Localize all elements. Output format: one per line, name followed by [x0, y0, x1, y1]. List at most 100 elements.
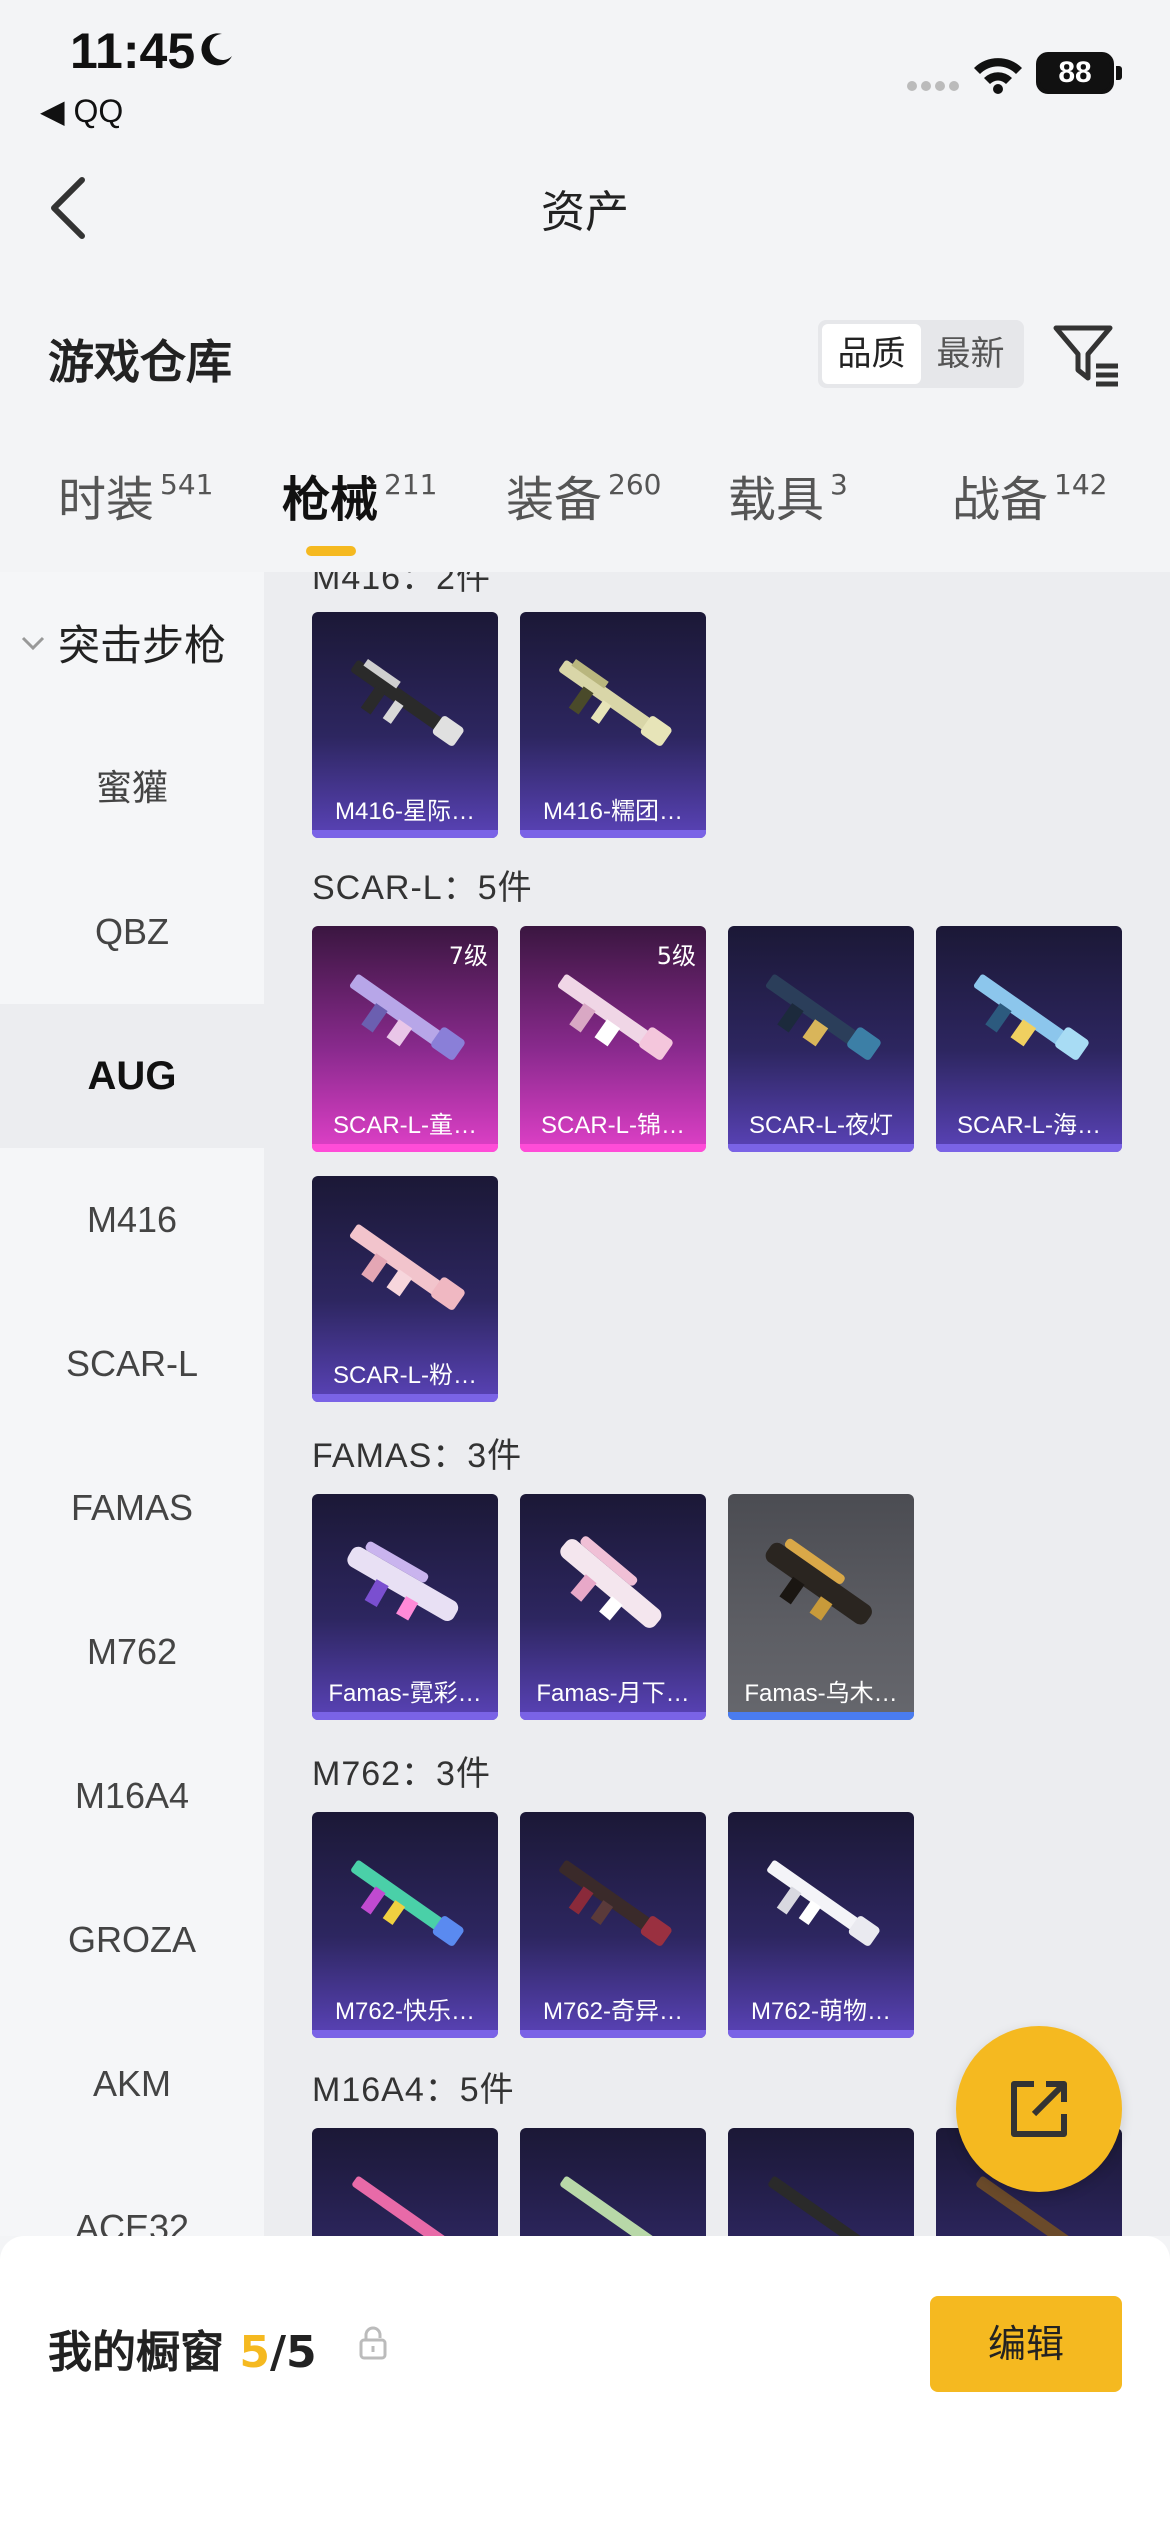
weapon-card-label: M762-奇异…	[542, 1998, 684, 2025]
tab-supplies[interactable]: 战备 142	[952, 460, 1107, 530]
warehouse-title: 游戏仓库	[48, 335, 232, 389]
weapon-card[interactable]: Famas-月下…	[520, 1494, 706, 1720]
weapon-card[interactable]	[520, 2128, 706, 2236]
back-to-app-link[interactable]: ◀ QQ	[40, 92, 123, 130]
rifle-icon	[559, 658, 672, 746]
wifi-icon	[974, 58, 1022, 94]
tab-guns[interactable]: 枪械 211	[282, 460, 437, 530]
weapon-grid: M416：2件 M416-星际… M416-糯团… SCAR-L：5件 7级 S…	[264, 572, 1170, 2236]
weapon-sidebar: 突击步枪 蜜獾 QBZ AUG M416 SCAR-L FAMAS M762 M…	[0, 572, 264, 2236]
rifle-icon	[349, 974, 465, 1060]
rifle-icon	[559, 1860, 672, 1946]
weapon-card[interactable]: 5级 SCAR-L-锦…	[520, 926, 706, 1152]
weapon-card-label: SCAR-L-粉…	[332, 1362, 477, 1389]
status-time: 11:45	[70, 23, 196, 79]
moon-icon	[201, 33, 232, 66]
battery-tip	[1116, 66, 1122, 80]
rifle-icon	[351, 658, 464, 746]
weapon-card[interactable]: SCAR-L-夜灯	[728, 926, 914, 1152]
weapon-card-label: SCAR-L-童…	[332, 1112, 477, 1139]
tab-label: 装备	[506, 472, 603, 528]
tab-label: 枪械	[282, 472, 379, 528]
weapon-card[interactable]: SCAR-L-海…	[936, 926, 1122, 1152]
sidebar-item-akm[interactable]: AKM	[0, 2012, 264, 2156]
sidebar-item-ace32[interactable]: ACE32	[0, 2156, 264, 2236]
showcase-label: 我的橱窗 5/5	[48, 2316, 317, 2380]
rifle-icon	[349, 1224, 465, 1310]
filter-icon[interactable]	[1052, 322, 1122, 388]
weapon-card[interactable]: Famas-霓彩…	[312, 1494, 498, 1720]
sidebar-item-qbz[interactable]: QBZ	[0, 860, 264, 1004]
weapon-card[interactable]: M416-星际…	[312, 612, 498, 838]
tab-count: 3	[830, 468, 848, 501]
tab-count: 142	[1054, 468, 1108, 501]
share-button[interactable]	[956, 2026, 1122, 2192]
weapon-card[interactable]: 7级 SCAR-L-童…	[312, 926, 498, 1152]
sidebar-item-groza[interactable]: GROZA	[0, 1868, 264, 2012]
showcase-title: 我的橱窗	[48, 2327, 224, 2378]
rifle-icon	[973, 974, 1089, 1060]
tab-label: 载具	[728, 472, 825, 528]
lock-icon	[359, 2326, 387, 2360]
rifle-icon	[351, 1860, 464, 1946]
tab-equipment[interactable]: 装备 260	[506, 460, 661, 530]
sidebar-item-m762[interactable]: M762	[0, 1580, 264, 1724]
sort-toggle[interactable]: 品质 最新	[818, 320, 1024, 388]
rifle-icon	[560, 1536, 662, 1628]
group-title-m16a4: M16A4：5件	[312, 2071, 515, 2109]
edit-button[interactable]: 编辑	[930, 2296, 1122, 2392]
weapon-card-label: Famas-霓彩…	[328, 1680, 482, 1707]
sort-latest-option[interactable]: 最新	[921, 324, 1020, 384]
weapon-card-label: M762-快乐…	[334, 1998, 476, 2025]
weapon-card[interactable]	[312, 2128, 498, 2236]
rifle-icon	[768, 2176, 872, 2236]
sidebar-item-famas[interactable]: FAMAS	[0, 1436, 264, 1580]
weapon-card-label: SCAR-L-锦…	[540, 1112, 685, 1139]
weapon-card[interactable]: M762-萌物…	[728, 1812, 914, 2038]
sidebar-item-m416[interactable]: M416	[0, 1148, 264, 1292]
sidebar-item-m16a4[interactable]: M16A4	[0, 1724, 264, 1868]
sidebar-item-honey-badger[interactable]: 蜜獾	[0, 716, 264, 860]
showcase-bar: 我的橱窗 5/5 编辑	[0, 2236, 1170, 2532]
weapon-card[interactable]: Famas-乌木…	[728, 1494, 914, 1720]
weapon-card-label: Famas-月下…	[536, 1680, 690, 1707]
rifle-icon	[765, 1538, 872, 1625]
category-tabs: 时装 541 枪械 211 装备 260 载具 3 战备 142	[0, 460, 1170, 570]
share-icon	[1011, 2081, 1067, 2137]
weapon-card[interactable]: SCAR-L-粉…	[312, 1176, 498, 1402]
rifle-icon	[347, 1541, 459, 1621]
tab-fashion[interactable]: 时装 541	[58, 460, 213, 530]
active-tab-indicator	[306, 546, 356, 556]
weapon-card[interactable]: M762-快乐…	[312, 1812, 498, 2038]
tab-label: 时装	[58, 472, 155, 528]
group-title-m762: M762：3件	[312, 1755, 491, 1793]
rifle-icon	[767, 1860, 880, 1946]
sort-quality-option[interactable]: 品质	[822, 324, 921, 384]
status-bar: 11:45 ◀ QQ 88	[0, 0, 1170, 140]
tab-count: 260	[608, 468, 662, 501]
showcase-count-current: 5	[239, 2327, 270, 2378]
sidebar-category-label: 突击步枪	[58, 621, 227, 670]
sidebar-category-assault-rifles[interactable]: 突击步枪	[20, 612, 226, 673]
tab-count: 541	[160, 468, 214, 501]
chevron-down-icon	[21, 636, 45, 650]
group-title-scar-l: SCAR-L：5件	[312, 869, 533, 907]
weapon-card[interactable]	[728, 2128, 914, 2236]
weapon-card[interactable]: M762-奇异…	[520, 1812, 706, 2038]
rifle-icon	[560, 2176, 664, 2236]
sidebar-item-aug[interactable]: AUG	[0, 1004, 264, 1148]
rifle-icon	[352, 2176, 456, 2236]
showcase-count-total: /5	[269, 2327, 317, 2378]
tab-count: 211	[384, 468, 438, 501]
tab-vehicles[interactable]: 载具 3	[728, 460, 848, 530]
tab-label: 战备	[952, 472, 1049, 528]
cellular-signal-icon	[907, 81, 959, 91]
rifle-icon	[557, 974, 673, 1060]
group-title-m416: M416：2件	[312, 572, 491, 597]
page-title: 资产	[541, 187, 629, 238]
weapon-card-label: SCAR-L-海…	[956, 1112, 1101, 1139]
weapon-card[interactable]: M416-糯团…	[520, 612, 706, 838]
weapon-card-label: M416-糯团…	[542, 798, 684, 825]
rifle-icon	[765, 974, 881, 1060]
sidebar-item-scar-l[interactable]: SCAR-L	[0, 1292, 264, 1436]
